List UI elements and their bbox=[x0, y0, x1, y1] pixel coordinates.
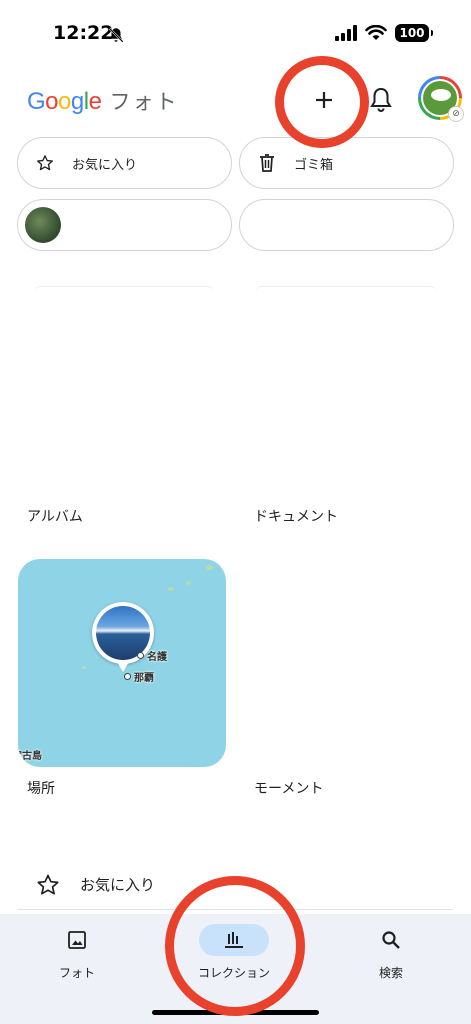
status-time: 12:22 bbox=[53, 22, 114, 44]
documents-label[interactable]: ドキュメント bbox=[254, 506, 338, 526]
tab-label: コレクション bbox=[197, 966, 270, 980]
cloud-off-icon: ⊘ bbox=[448, 106, 464, 122]
logo-letter: g bbox=[70, 88, 84, 115]
chip-person[interactable] bbox=[17, 199, 232, 251]
logo-suffix: フォト bbox=[109, 90, 179, 114]
signal-icon bbox=[335, 25, 357, 41]
map-island bbox=[206, 565, 213, 570]
map-island bbox=[168, 587, 174, 591]
star-icon bbox=[35, 153, 55, 173]
home-indicator[interactable] bbox=[152, 1010, 319, 1015]
map-place-label: 名護 bbox=[147, 652, 167, 663]
logo-letter: o bbox=[45, 88, 59, 115]
trash-icon bbox=[257, 153, 277, 173]
places-map-card[interactable]: 名護 那覇 宮古島 bbox=[18, 559, 226, 767]
logo-letter: o bbox=[58, 88, 71, 115]
map-photo-pin[interactable] bbox=[92, 602, 154, 674]
star-icon bbox=[36, 873, 60, 897]
tab-photos[interactable]: フォト bbox=[22, 924, 132, 988]
battery-icon: 100 bbox=[395, 24, 433, 42]
chip-favorites[interactable]: お気に入り bbox=[17, 137, 232, 189]
wifi-icon bbox=[365, 25, 387, 40]
collection-icon bbox=[225, 932, 243, 948]
chip-label: お気に入り bbox=[72, 157, 138, 173]
moments-label[interactable]: モーメント bbox=[254, 778, 323, 798]
document-card-placeholder[interactable] bbox=[256, 286, 436, 292]
notifications-button[interactable] bbox=[365, 82, 397, 118]
albums-label[interactable]: アルバム bbox=[27, 506, 83, 526]
tab-search[interactable]: 検索 bbox=[336, 924, 446, 988]
map-place-miyako: 宮古島 bbox=[18, 747, 42, 762]
battery-level: 100 bbox=[399, 26, 425, 40]
photo-icon bbox=[68, 931, 86, 949]
chip-empty[interactable] bbox=[239, 199, 454, 251]
tab-label: フォト bbox=[58, 966, 95, 980]
person-thumbnail bbox=[25, 207, 61, 243]
tab-label: 検索 bbox=[378, 966, 403, 980]
bell-icon bbox=[370, 87, 392, 112]
places-label[interactable]: 場所 bbox=[27, 778, 55, 798]
app-header: Google フォト ⊘ bbox=[0, 62, 471, 132]
avatar[interactable]: ⊘ bbox=[418, 76, 464, 122]
map-dot bbox=[124, 673, 131, 680]
map-place-naha: 那覇 bbox=[124, 669, 154, 684]
add-button[interactable] bbox=[302, 78, 346, 122]
tab-photos-pill bbox=[42, 924, 112, 956]
logo-letter: G bbox=[27, 88, 46, 115]
album-card-placeholder[interactable] bbox=[34, 286, 214, 292]
bottom-nav: フォト コレクション 検索 bbox=[0, 914, 471, 1024]
chip-label: ゴミ箱 bbox=[294, 157, 334, 173]
tab-search-pill bbox=[356, 924, 426, 956]
logo-letter: e bbox=[88, 88, 102, 115]
map-island bbox=[186, 581, 191, 585]
tab-collections[interactable]: コレクション bbox=[179, 924, 289, 988]
tab-collections-pill bbox=[199, 924, 269, 956]
map-dot bbox=[137, 652, 144, 659]
map-place-nago: 名護 bbox=[137, 648, 167, 663]
google-photos-logo: Google フォト bbox=[27, 86, 178, 116]
bell-muted-icon bbox=[108, 27, 124, 43]
favorites-row[interactable]: お気に入り bbox=[18, 860, 453, 910]
chip-trash[interactable]: ゴミ箱 bbox=[239, 137, 454, 189]
search-icon bbox=[382, 931, 400, 949]
map-island bbox=[82, 666, 86, 669]
status-bar: 12:22 100 bbox=[0, 0, 471, 62]
map-place-label: 宮古島 bbox=[18, 751, 42, 762]
favorites-row-label: お気に入り bbox=[80, 876, 156, 894]
plus-icon bbox=[316, 92, 332, 108]
map-place-label: 那覇 bbox=[134, 673, 154, 684]
